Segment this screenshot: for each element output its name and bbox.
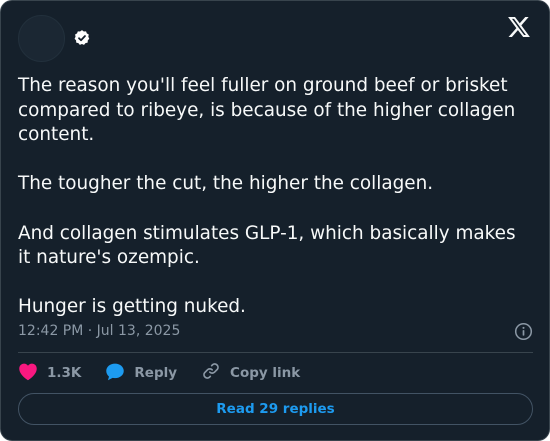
link-icon: [201, 361, 221, 385]
heart-icon: [18, 362, 38, 385]
x-logo-icon[interactable]: [508, 16, 530, 38]
divider: [18, 352, 533, 353]
reply-label: Reply: [134, 365, 178, 381]
tweet-actions: 1.3K Reply Copy link: [18, 361, 324, 385]
avatar[interactable]: [18, 14, 65, 62]
tweet-timestamp[interactable]: 12:42 PM · Jul 13, 2025: [18, 323, 180, 339]
tweet-meta: 12:42 PM · Jul 13, 2025: [18, 321, 533, 341]
copy-link-label: Copy link: [230, 365, 301, 381]
info-icon[interactable]: [513, 321, 533, 341]
read-replies-button[interactable]: Read 29 replies: [18, 393, 533, 425]
reply-button[interactable]: Reply: [105, 362, 177, 385]
copy-link-button[interactable]: Copy link: [201, 361, 300, 385]
like-count: 1.3K: [47, 365, 82, 381]
tweet-text: The reason you'll feel fuller on ground …: [18, 75, 516, 318]
verified-badge-icon: [73, 29, 91, 47]
tweet-card: The reason you'll feel fuller on ground …: [0, 0, 550, 441]
speech-bubble-icon: [105, 362, 125, 385]
like-button[interactable]: 1.3K: [18, 362, 81, 385]
tweet-header: [18, 14, 91, 62]
